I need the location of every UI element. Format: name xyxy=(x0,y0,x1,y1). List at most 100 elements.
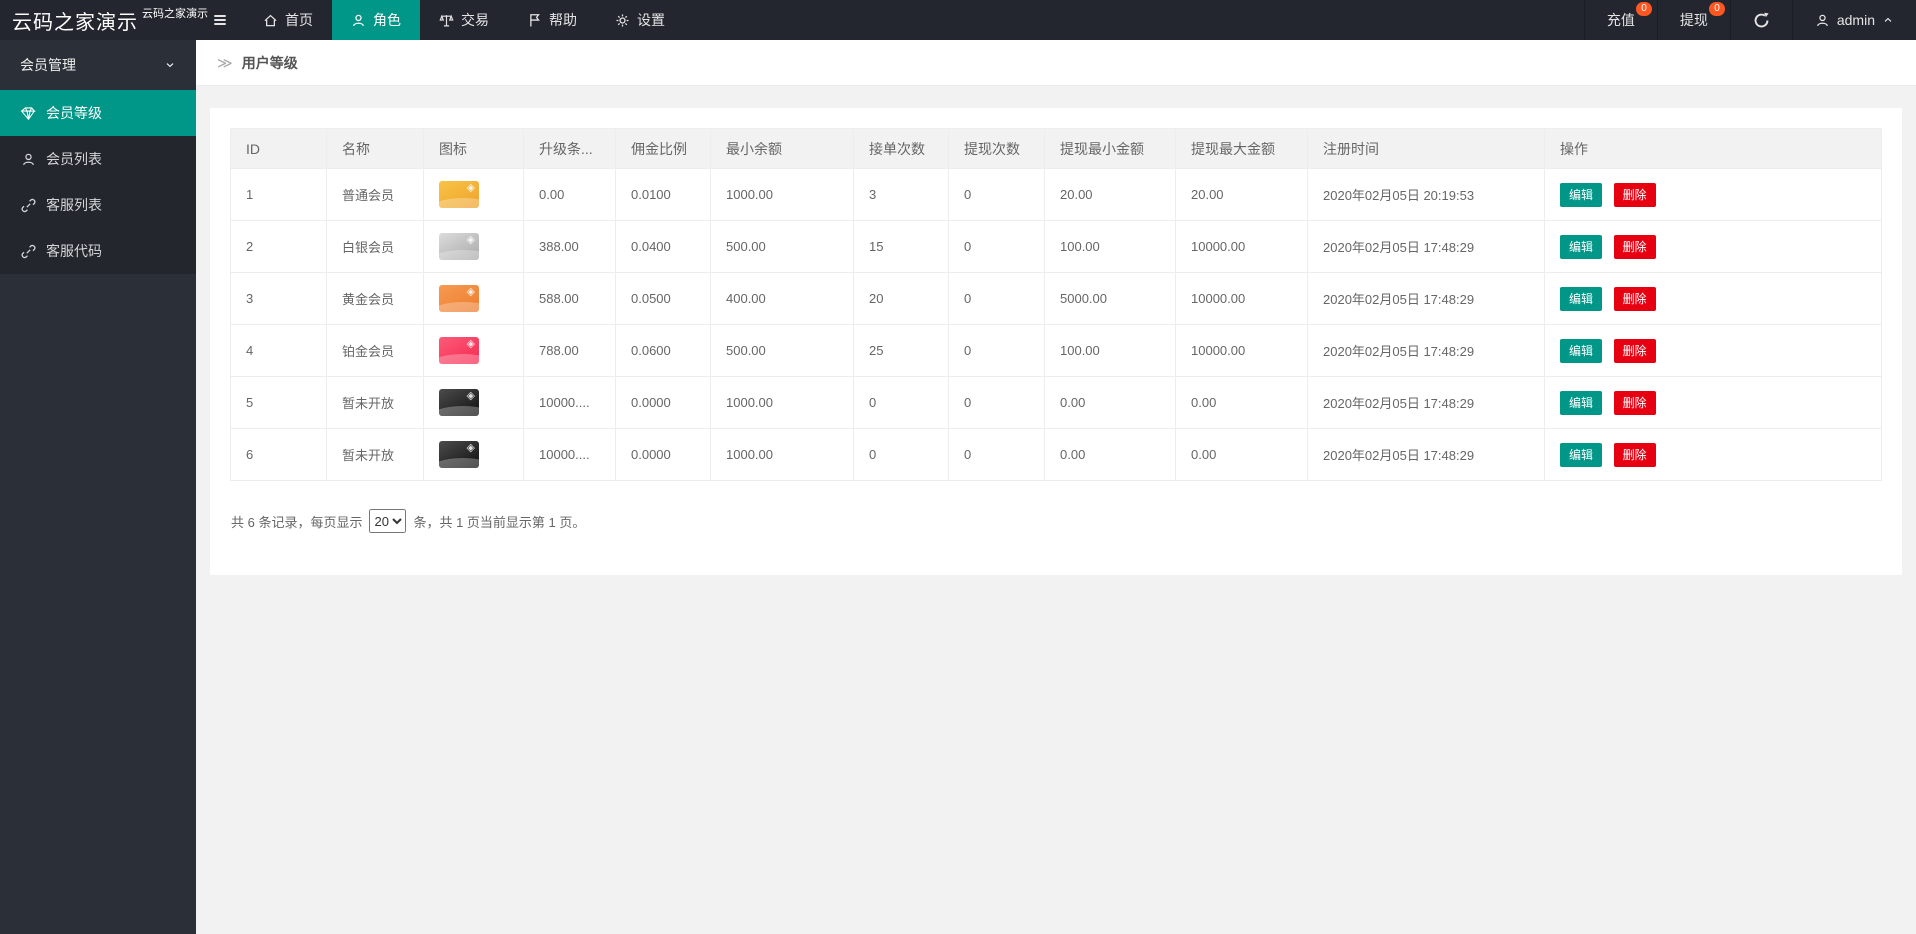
nav-item-trade[interactable]: 交易 xyxy=(420,0,508,40)
cell-commission: 0.0500 xyxy=(616,273,711,325)
sidebar-group-member-management[interactable]: 会员管理 xyxy=(0,40,196,90)
cell-min-withdraw: 0.00 xyxy=(1045,429,1176,481)
cell-reg-time: 2020年02月05日 17:48:29 xyxy=(1308,273,1545,325)
cell-max-withdraw: 20.00 xyxy=(1176,169,1308,221)
withdraw-button[interactable]: 提现 0 xyxy=(1657,0,1730,40)
sidebar-item-member-list[interactable]: 会员列表 xyxy=(0,136,196,182)
user-icon xyxy=(351,13,366,28)
sidebar-item-member-level[interactable]: 会员等级 xyxy=(0,90,196,136)
cell-min-balance: 400.00 xyxy=(711,273,854,325)
cell-orders: 0 xyxy=(854,377,949,429)
nav-item-help[interactable]: 帮助 xyxy=(508,0,596,40)
cell-actions: 编辑 删除 xyxy=(1545,429,1882,481)
cell-min-balance: 1000.00 xyxy=(711,169,854,221)
recharge-button[interactable]: 充值 0 xyxy=(1584,0,1657,40)
table-body: 1 普通会员 ◈ 0.00 0.0100 1000.00 3 0 20.00 2… xyxy=(231,169,1882,481)
level-card-icon: ◈ xyxy=(439,389,479,416)
cell-id: 6 xyxy=(231,429,327,481)
cell-id: 4 xyxy=(231,325,327,377)
cell-orders: 3 xyxy=(854,169,949,221)
nav-item-label: 帮助 xyxy=(549,10,577,30)
cell-upgrade: 10000.... xyxy=(524,377,616,429)
link-icon xyxy=(21,198,36,213)
edit-button[interactable]: 编辑 xyxy=(1560,235,1602,259)
sidebar-item-service-list[interactable]: 客服列表 xyxy=(0,182,196,228)
cell-withdraw-count: 0 xyxy=(949,169,1045,221)
refresh-icon xyxy=(1753,12,1770,29)
menu-toggle-button[interactable] xyxy=(196,0,244,40)
cell-withdraw-count: 0 xyxy=(949,273,1045,325)
cell-max-withdraw: 10000.00 xyxy=(1176,273,1308,325)
sidebar-group-label: 会员管理 xyxy=(20,55,76,75)
sidebar-item-label: 客服列表 xyxy=(46,195,102,215)
table-header-row: ID 名称 图标 升级条... 佣金比例 最小余额 接单次数 提现次数 提现最小… xyxy=(231,129,1882,169)
delete-button[interactable]: 删除 xyxy=(1614,391,1656,415)
levels-table: ID 名称 图标 升级条... 佣金比例 最小余额 接单次数 提现次数 提现最小… xyxy=(230,128,1882,481)
cell-min-withdraw: 0.00 xyxy=(1045,377,1176,429)
col-header-min-balance: 最小余额 xyxy=(711,129,854,169)
col-header-orders: 接单次数 xyxy=(854,129,949,169)
chevron-up-icon xyxy=(1882,14,1894,26)
refresh-button[interactable] xyxy=(1730,0,1792,40)
chevron-down-icon xyxy=(164,59,176,71)
cell-withdraw-count: 0 xyxy=(949,221,1045,273)
cell-orders: 25 xyxy=(854,325,949,377)
delete-button[interactable]: 删除 xyxy=(1614,443,1656,467)
delete-button[interactable]: 删除 xyxy=(1614,339,1656,363)
navbar-right: 充值 0 提现 0 admin xyxy=(1584,0,1916,40)
cell-withdraw-count: 0 xyxy=(949,429,1045,481)
admin-menu[interactable]: admin xyxy=(1792,0,1916,40)
cell-commission: 0.0600 xyxy=(616,325,711,377)
cell-reg-time: 2020年02月05日 17:48:29 xyxy=(1308,429,1545,481)
card-gem-icon: ◈ xyxy=(467,286,475,298)
card-gem-icon: ◈ xyxy=(467,442,475,454)
main-content: ≫ 用户等级 ID 名称 图标 升级条... 佣金比例 最小余额 接单次数 提现… xyxy=(196,40,1916,934)
nav-item-settings[interactable]: 设置 xyxy=(596,0,684,40)
link-icon xyxy=(21,244,36,259)
cell-icon: ◈ xyxy=(424,273,524,325)
cell-reg-time: 2020年02月05日 17:48:29 xyxy=(1308,377,1545,429)
pagination: 共 6 条记录，每页显示 20 条，共 1 页当前显示第 1 页。 xyxy=(230,509,1882,533)
cell-commission: 0.0000 xyxy=(616,377,711,429)
flag-icon xyxy=(527,13,542,28)
cell-name: 暂未开放 xyxy=(327,429,424,481)
edit-button[interactable]: 编辑 xyxy=(1560,183,1602,207)
cell-max-withdraw: 0.00 xyxy=(1176,429,1308,481)
level-card-icon: ◈ xyxy=(439,337,479,364)
cell-actions: 编辑 删除 xyxy=(1545,221,1882,273)
edit-button[interactable]: 编辑 xyxy=(1560,443,1602,467)
sidebar-item-service-code[interactable]: 客服代码 xyxy=(0,228,196,274)
app-logo: 云码之家演示 云码之家演示 xyxy=(0,0,196,40)
recharge-badge: 0 xyxy=(1636,2,1652,16)
nav-item-home[interactable]: 首页 xyxy=(244,0,332,40)
edit-button[interactable]: 编辑 xyxy=(1560,339,1602,363)
scales-icon xyxy=(439,13,454,28)
table-row: 1 普通会员 ◈ 0.00 0.0100 1000.00 3 0 20.00 2… xyxy=(231,169,1882,221)
admin-username: admin xyxy=(1837,12,1875,28)
col-header-withdraw-count: 提现次数 xyxy=(949,129,1045,169)
page-title: 用户等级 xyxy=(242,53,298,73)
cell-actions: 编辑 删除 xyxy=(1545,273,1882,325)
user-icon xyxy=(1815,13,1830,28)
cell-id: 2 xyxy=(231,221,327,273)
cell-withdraw-count: 0 xyxy=(949,377,1045,429)
cell-id: 5 xyxy=(231,377,327,429)
edit-button[interactable]: 编辑 xyxy=(1560,287,1602,311)
delete-button[interactable]: 删除 xyxy=(1614,287,1656,311)
delete-button[interactable]: 删除 xyxy=(1614,235,1656,259)
cell-min-balance: 500.00 xyxy=(711,325,854,377)
withdraw-label: 提现 xyxy=(1680,10,1708,30)
delete-button[interactable]: 删除 xyxy=(1614,183,1656,207)
pagination-text-suffix: 条，共 1 页当前显示第 1 页。 xyxy=(413,512,585,531)
cell-name: 普通会员 xyxy=(327,169,424,221)
cell-max-withdraw: 10000.00 xyxy=(1176,325,1308,377)
card-gem-icon: ◈ xyxy=(467,338,475,350)
table-row: 6 暂未开放 ◈ 10000.... 0.0000 1000.00 0 0 0.… xyxy=(231,429,1882,481)
content-card: ID 名称 图标 升级条... 佣金比例 最小余额 接单次数 提现次数 提现最小… xyxy=(210,108,1902,575)
edit-button[interactable]: 编辑 xyxy=(1560,391,1602,415)
cell-name: 白银会员 xyxy=(327,221,424,273)
cell-orders: 15 xyxy=(854,221,949,273)
nav-item-role[interactable]: 角色 xyxy=(332,0,420,40)
per-page-select[interactable]: 20 xyxy=(369,509,406,533)
recharge-label: 充值 xyxy=(1607,10,1635,30)
